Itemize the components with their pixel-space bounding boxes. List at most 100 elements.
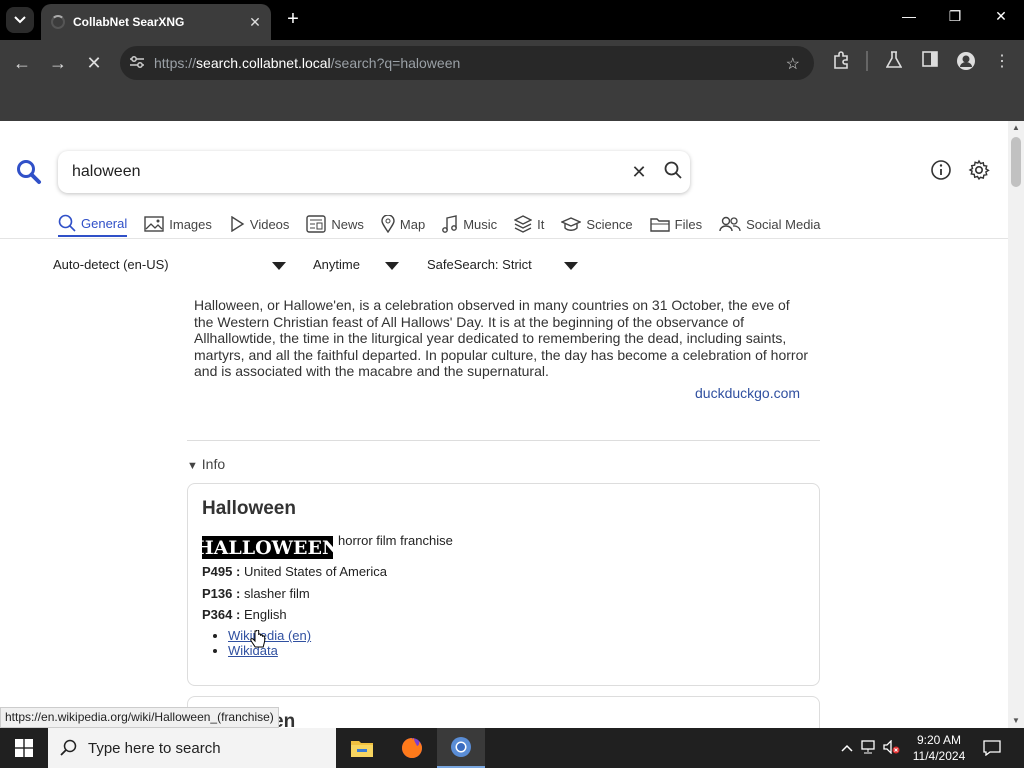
layers-icon xyxy=(514,215,533,233)
restore-button[interactable]: ❐ xyxy=(940,8,970,25)
triangle-down-icon: ▼ xyxy=(187,460,198,472)
windows-logo-icon xyxy=(15,739,33,757)
search-submit-icon[interactable] xyxy=(656,161,690,184)
browser-toolbar: ← → ✕ https://search.collabnet.local/sea… xyxy=(0,40,1024,86)
scroll-up-arrow-icon[interactable]: ▲ xyxy=(1008,121,1024,135)
infobox-links: Wikipedia (en) Wikidata xyxy=(228,628,311,658)
tab-strip: CollabNet SearXNG ✕ + — ❐ ✕ xyxy=(0,0,1024,40)
tab-images[interactable]: Images xyxy=(144,211,212,237)
chevron-up-icon[interactable] xyxy=(838,741,856,755)
minimize-button[interactable]: — xyxy=(894,8,924,24)
clock-time: 9:20 AM xyxy=(916,733,962,747)
system-tray xyxy=(838,728,904,768)
people-icon xyxy=(719,216,741,232)
safesearch-dropdown-icon[interactable] xyxy=(564,262,578,270)
page-scrollbar[interactable]: ▲ ▼ xyxy=(1008,121,1024,728)
scroll-down-arrow-icon[interactable]: ▼ xyxy=(1008,714,1024,728)
network-icon[interactable] xyxy=(856,739,880,757)
firefox-app[interactable] xyxy=(388,728,436,768)
instant-answer-text: Halloween, or Hallowe'en, is a celebrati… xyxy=(194,297,809,379)
taskbar-clock[interactable]: 9:20 AM 11/4/2024 xyxy=(905,732,973,764)
franchise-logo: HALLOWEEN xyxy=(195,536,340,559)
chevron-down-icon xyxy=(14,16,26,24)
bookmarks-bar xyxy=(0,86,1024,121)
tab-science[interactable]: Science xyxy=(561,211,633,237)
infobox-row: P495 : United States of America xyxy=(202,564,388,579)
browser-tab-active[interactable]: CollabNet SearXNG ✕ xyxy=(41,4,271,40)
category-divider xyxy=(0,238,1008,239)
site-settings-icon[interactable] xyxy=(120,55,154,72)
notification-center-icon[interactable] xyxy=(980,728,1004,768)
gear-icon[interactable] xyxy=(968,159,992,183)
info-about-icon[interactable] xyxy=(930,159,954,183)
tab-news[interactable]: News xyxy=(306,211,364,237)
chrome-app[interactable] xyxy=(437,728,485,768)
search-icon xyxy=(60,739,77,756)
play-icon xyxy=(231,216,245,232)
tab-music[interactable]: Music xyxy=(442,211,497,237)
search-box: haloween ✕ xyxy=(58,151,690,193)
search-input[interactable]: haloween xyxy=(72,163,622,181)
taskbar-search-box[interactable]: Type here to search xyxy=(48,728,336,768)
windows-start-button[interactable] xyxy=(0,728,48,768)
address-bar[interactable]: https://search.collabnet.local/search?q=… xyxy=(120,46,814,80)
newspaper-icon xyxy=(306,215,327,233)
wikipedia-link[interactable]: Wikipedia (en) xyxy=(228,628,311,643)
tab-social-media[interactable]: Social Media xyxy=(719,211,821,237)
infobox-row: P136 : slasher film xyxy=(202,586,310,601)
window-close-button[interactable]: ✕ xyxy=(986,8,1016,25)
volume-muted-icon[interactable] xyxy=(880,738,904,757)
scroll-thumb[interactable] xyxy=(1011,137,1021,187)
tab-general[interactable]: General xyxy=(58,211,128,237)
info-toggle[interactable]: ▼ Info xyxy=(187,456,225,472)
link-status-bar: https://en.wikipedia.org/wiki/Halloween_… xyxy=(0,707,279,728)
infobox-title: Halloween xyxy=(202,498,296,519)
tab-map[interactable]: Map xyxy=(381,211,425,237)
file-explorer-app[interactable] xyxy=(338,728,386,768)
browser-menu-icon[interactable]: ⋮ xyxy=(990,51,1014,71)
tab-title: CollabNet SearXNG xyxy=(73,15,185,29)
answer-divider xyxy=(187,440,820,441)
tab-it[interactable]: It xyxy=(514,211,544,237)
image-icon xyxy=(144,216,164,232)
time-range-dropdown-icon[interactable] xyxy=(385,262,399,270)
tab-files[interactable]: Files xyxy=(649,211,702,237)
browser-chrome: CollabNet SearXNG ✕ + — ❐ ✕ ← → ✕ https:… xyxy=(0,0,1024,121)
extensions-icon[interactable] xyxy=(829,51,853,74)
clear-search-icon[interactable]: ✕ xyxy=(622,162,656,183)
list-item: Wikipedia (en) xyxy=(228,628,311,643)
folder-icon xyxy=(649,218,670,232)
loading-spinner-icon xyxy=(51,15,65,29)
infobox-card: Halloween HALLOWEEN horror film franchis… xyxy=(187,483,820,686)
firefox-icon xyxy=(402,738,422,758)
close-tab-icon[interactable]: ✕ xyxy=(245,14,265,31)
taskbar-search-placeholder: Type here to search xyxy=(88,739,221,757)
new-tab-button[interactable]: + xyxy=(282,8,304,30)
forward-button[interactable]: → xyxy=(46,51,70,75)
time-range-select[interactable]: Anytime xyxy=(313,257,360,272)
bookmark-star-icon[interactable]: ☆ xyxy=(786,54,800,74)
category-tabs: General Images Videos News Map Music It xyxy=(58,211,838,237)
profile-avatar-icon[interactable] xyxy=(954,51,978,76)
toolbar-divider xyxy=(866,51,868,71)
side-panel-icon[interactable] xyxy=(918,51,942,72)
language-select[interactable]: Auto-detect (en-US) xyxy=(53,257,169,272)
infobox-card-second: en xyxy=(187,696,820,728)
labs-flask-icon[interactable] xyxy=(882,51,906,74)
safesearch-select[interactable]: SafeSearch: Strict xyxy=(427,257,532,272)
tab-videos[interactable]: Videos xyxy=(229,211,289,237)
list-item: Wikidata xyxy=(228,643,311,658)
map-pin-icon xyxy=(381,215,395,233)
clock-date: 11/4/2024 xyxy=(912,749,966,763)
back-button[interactable]: ← xyxy=(10,51,34,75)
stop-loading-button[interactable]: ✕ xyxy=(82,51,106,75)
hand-pointer-cursor-icon xyxy=(250,630,266,648)
language-dropdown-icon[interactable] xyxy=(272,262,286,270)
search-icon xyxy=(58,214,76,232)
tab-search-button[interactable] xyxy=(6,7,34,33)
graduation-cap-icon xyxy=(561,217,582,231)
music-note-icon xyxy=(442,215,458,233)
windows-taskbar: Type here to search 9:20 AM 11/4/2024 xyxy=(0,728,1024,768)
answer-source-link[interactable]: duckduckgo.com xyxy=(695,385,800,401)
searxng-logo-icon[interactable] xyxy=(16,159,42,190)
